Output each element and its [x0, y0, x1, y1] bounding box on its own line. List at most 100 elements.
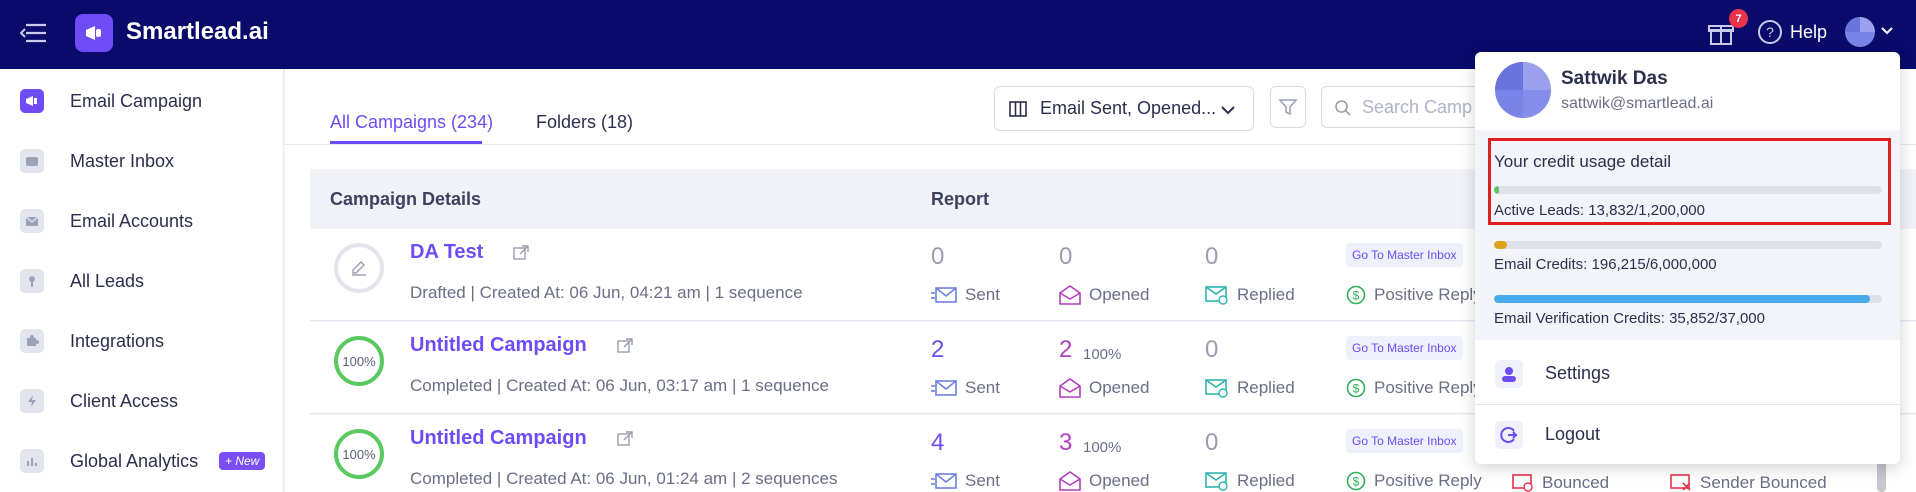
campaign-meta: Completed | Created At: 06 Jun, 03:17 am… — [410, 376, 829, 395]
user-dropdown-menu: Sattwik Das sattwik@smartlead.ai Your cr… — [1475, 52, 1900, 464]
chevron-down-icon[interactable] — [1880, 24, 1894, 38]
logout-menu-item[interactable]: Logout — [1475, 405, 1900, 464]
campaign-name-link[interactable]: Untitled Campaign — [410, 334, 587, 357]
draft-status-icon — [334, 243, 384, 293]
external-link-icon[interactable] — [617, 338, 633, 354]
sent-label: Sent — [931, 285, 1000, 305]
go-to-master-inbox-button[interactable]: Go To Master Inbox — [1346, 243, 1463, 267]
sidebar-item-label: All Leads — [70, 271, 145, 291]
go-to-master-inbox-button[interactable]: Go To Master Inbox — [1346, 429, 1463, 453]
new-badge: + New — [219, 452, 266, 470]
opened-count: 0 — [1059, 243, 1073, 270]
menu-toggle-icon[interactable] — [20, 22, 46, 44]
svg-text:$: $ — [1353, 382, 1360, 396]
logout-icon — [1495, 421, 1523, 449]
sidebar-item-master-inbox[interactable]: Master Inbox — [0, 131, 284, 191]
sidebar-item-label: Email Campaign — [70, 91, 203, 111]
replied-envelope-icon — [1205, 472, 1228, 491]
opened-label: Opened — [1059, 285, 1150, 305]
replied-label: Replied — [1205, 471, 1295, 491]
campaign-name-link[interactable]: Untitled Campaign — [410, 427, 587, 450]
active-leads-fill — [1494, 186, 1499, 194]
inbox-icon — [20, 149, 44, 173]
sender-bounced-icon — [1670, 474, 1691, 491]
replied-label: Replied — [1205, 285, 1295, 305]
sender-bounced-label: Sender Bounced — [1670, 473, 1827, 492]
replied-label: Replied — [1205, 378, 1295, 398]
megaphone-logo-icon — [86, 26, 101, 40]
search-icon — [1335, 100, 1351, 116]
opened-percent: 100% — [1083, 439, 1122, 456]
sidebar-item-integrations[interactable]: Integrations — [0, 311, 284, 371]
opened-envelope-icon — [1059, 471, 1081, 491]
sent-envelope-icon — [931, 473, 957, 489]
campaign-meta: Drafted | Created At: 06 Jun, 04:21 am |… — [410, 283, 803, 302]
sent-envelope-icon — [931, 287, 957, 303]
megaphone-icon — [20, 89, 44, 113]
avatar[interactable] — [1845, 17, 1875, 47]
opened-label: Opened — [1059, 378, 1150, 398]
credit-usage-panel: Your credit usage detail Active Leads: 1… — [1475, 130, 1900, 340]
campaign-meta: Completed | Created At: 06 Jun, 01:24 am… — [410, 469, 838, 488]
sidebar-item-email-campaign[interactable]: Email Campaign — [0, 71, 284, 131]
sent-count: 2 — [931, 336, 945, 363]
sidebar-item-label: Master Inbox — [70, 151, 175, 171]
positive-reply-label: $ Positive Reply — [1346, 471, 1482, 491]
columns-select-value: Email Sent, Opened... — [1040, 98, 1217, 118]
sidebar-item-all-leads[interactable]: All Leads — [0, 251, 284, 311]
active-tab-indicator — [330, 141, 482, 144]
positive-reply-label: $ Positive Reply — [1346, 378, 1482, 398]
completed-status-badge: 100% — [334, 429, 384, 479]
replied-count: 0 — [1205, 243, 1219, 270]
question-icon: ? — [1758, 20, 1782, 44]
sidebar-item-client-access[interactable]: Client Access — [0, 371, 284, 431]
settings-menu-item[interactable]: Settings — [1475, 344, 1900, 404]
opened-percent: 100% — [1083, 346, 1122, 363]
completed-status-badge: 100% — [334, 336, 384, 386]
external-link-icon[interactable] — [513, 245, 529, 261]
external-link-icon[interactable] — [617, 431, 633, 447]
replied-envelope-icon — [1205, 286, 1228, 305]
sidebar-item-label: Client Access — [70, 391, 179, 411]
filter-icon — [1278, 99, 1298, 116]
credit-usage-title: Your credit usage detail — [1494, 152, 1672, 171]
email-credits-progress — [1494, 241, 1882, 249]
sidebar-item-label: Global Analytics — [70, 451, 199, 471]
user-email: sattwik@smartlead.ai — [1561, 95, 1714, 112]
go-to-master-inbox-button[interactable]: Go To Master Inbox — [1346, 336, 1463, 360]
sidebar-item-label: Email Accounts — [70, 211, 194, 231]
email-credits-fill — [1494, 241, 1507, 249]
search-input[interactable] — [1362, 97, 1472, 118]
sidebar-item-global-analytics[interactable]: Global Analytics + New — [0, 431, 284, 491]
sent-envelope-icon — [931, 380, 957, 396]
replied-count: 0 — [1205, 429, 1219, 456]
brand-name: Smartlead.ai — [126, 18, 269, 45]
sent-count: 0 — [931, 243, 945, 270]
replied-count: 0 — [1205, 336, 1219, 363]
tab-folders[interactable]: Folders (18) — [536, 112, 633, 133]
active-leads-progress — [1494, 186, 1882, 194]
campaign-name-link[interactable]: DA Test — [410, 241, 483, 264]
filter-button[interactable] — [1270, 86, 1306, 128]
header-report: Report — [931, 189, 989, 209]
header-campaign-details: Campaign Details — [330, 189, 482, 209]
dollar-icon: $ — [1346, 285, 1366, 305]
person-icon — [1495, 360, 1523, 388]
opened-envelope-icon — [1059, 378, 1081, 398]
columns-select[interactable]: Email Sent, Opened... — [994, 86, 1254, 131]
opened-envelope-icon — [1059, 285, 1081, 305]
settings-label: Settings — [1545, 363, 1611, 383]
opened-count: 2 — [1059, 336, 1073, 363]
brand-logo[interactable] — [75, 14, 113, 52]
sent-label: Sent — [931, 378, 1000, 398]
columns-icon — [1009, 101, 1027, 117]
verification-credits-progress — [1494, 295, 1882, 303]
tab-all-campaigns[interactable]: All Campaigns (234) — [330, 112, 493, 133]
email-credits-label: Email Credits: 196,215/6,000,000 — [1494, 256, 1717, 273]
verification-credits-fill — [1494, 295, 1870, 303]
sidebar-item-email-accounts[interactable]: Email Accounts — [0, 191, 284, 251]
help-link[interactable]: ? Help — [1758, 20, 1827, 44]
bolt-icon — [20, 389, 44, 413]
opened-label: Opened — [1059, 471, 1150, 491]
logout-label: Logout — [1545, 424, 1601, 444]
